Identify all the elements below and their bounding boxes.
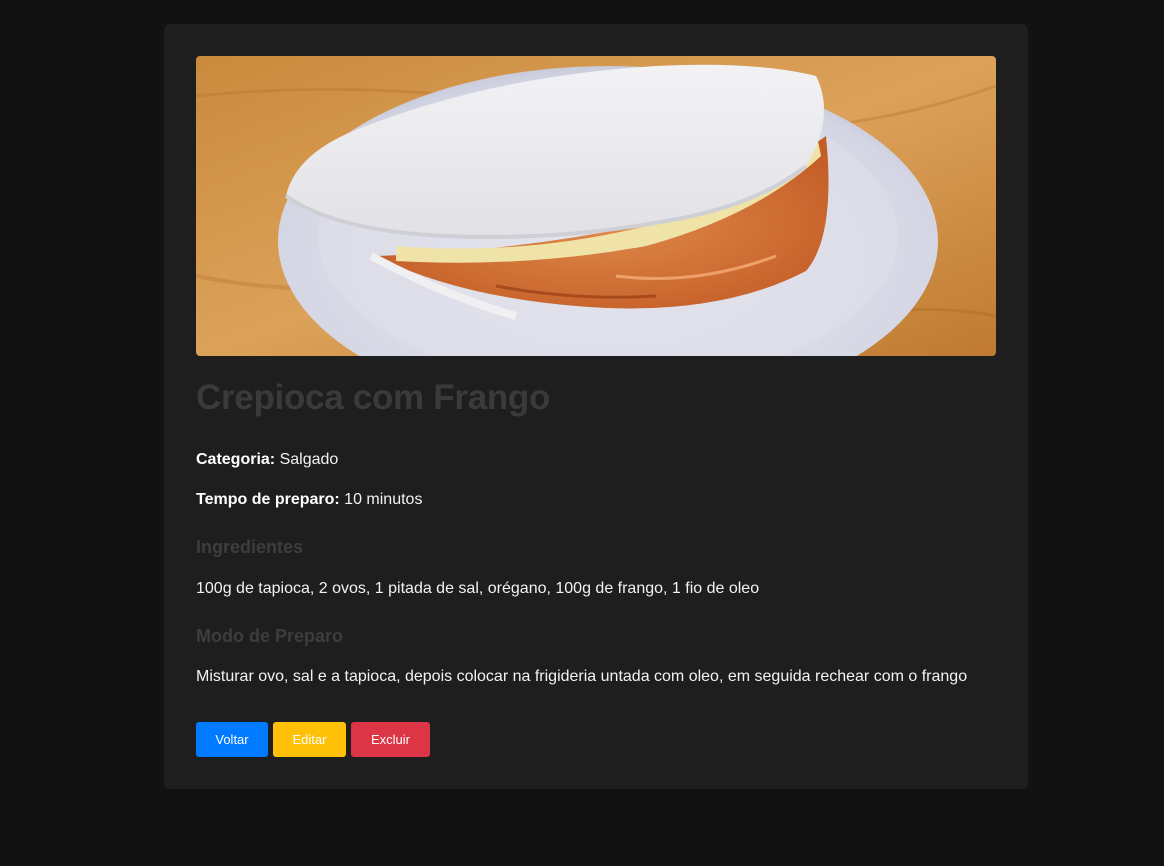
recipe-title: Crepioca com Frango <box>196 378 551 417</box>
back-button[interactable]: Voltar <box>196 722 268 757</box>
prep-time-value: 10 minutos <box>344 491 423 508</box>
edit-button[interactable]: Editar <box>273 722 346 757</box>
recipe-prep-time: Tempo de preparo: 10 minutos <box>196 491 422 509</box>
method-text: Misturar ovo, sal e a tapioca, depois co… <box>196 668 968 685</box>
category-value: Salgado <box>279 451 339 468</box>
category-label: Categoria: <box>196 451 276 468</box>
prep-time-label: Tempo de preparo: <box>196 491 340 508</box>
delete-button[interactable]: Excluir <box>351 722 430 757</box>
recipe-image <box>196 56 996 356</box>
ingredients-text: 100g de tapioca, 2 ovos, 1 pitada de sal… <box>196 580 760 597</box>
method-heading: Modo de Preparo <box>196 626 344 646</box>
recipe-actions: Voltar Editar Excluir <box>196 722 430 757</box>
recipe-category: Categoria: Salgado <box>196 451 338 469</box>
recipe-card: Crepioca com Frango Categoria: Salgado T… <box>164 24 1028 789</box>
ingredients-heading: Ingredientes <box>196 537 304 557</box>
crepioca-photo <box>196 56 996 356</box>
